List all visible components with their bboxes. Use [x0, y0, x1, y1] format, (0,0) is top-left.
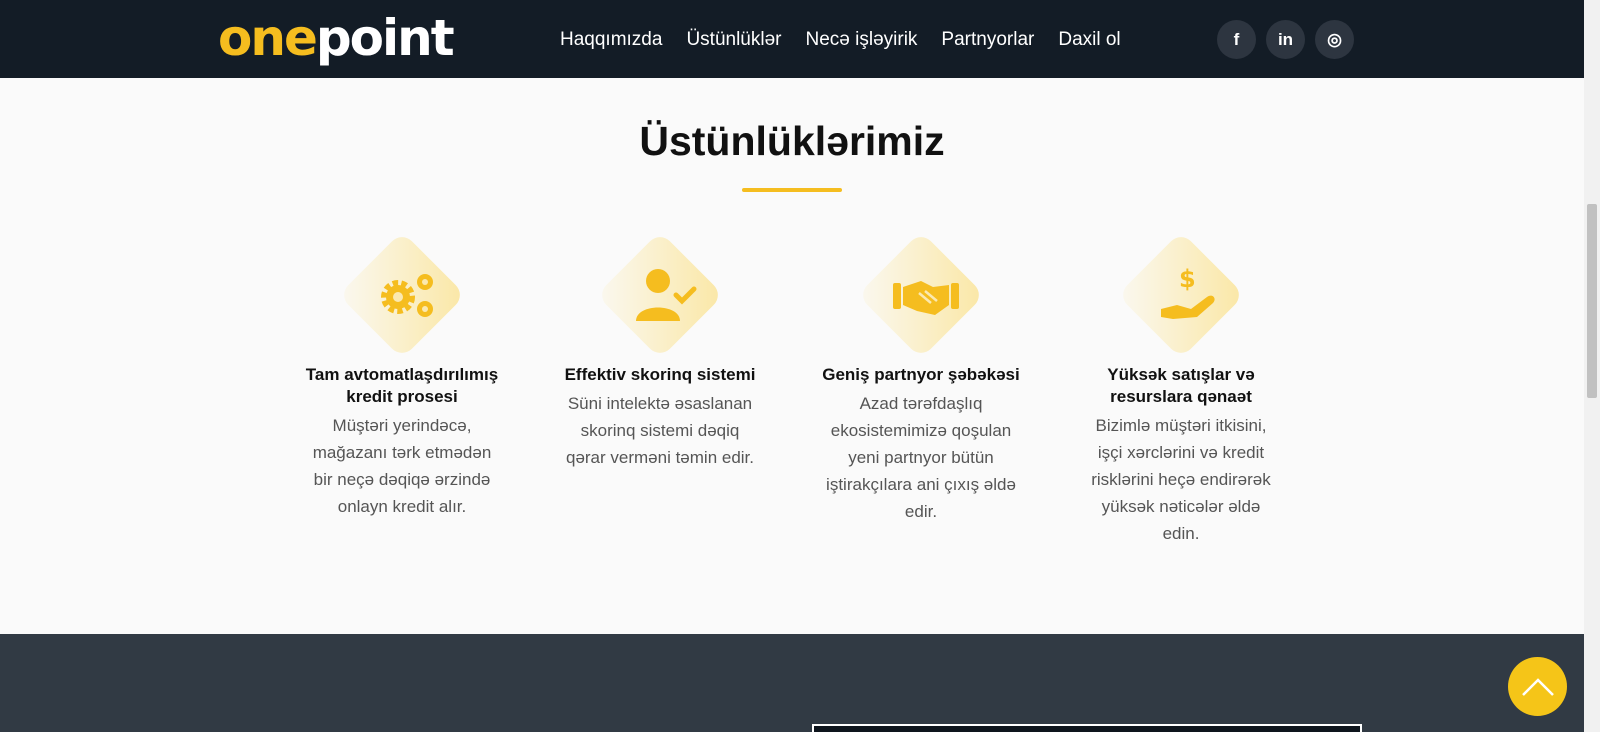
feature-text: Azad tərəfdaşlıq ekosistemimizə qoşulan …	[826, 394, 1016, 521]
hand-dollar-icon: $	[1161, 265, 1215, 319]
title-underline	[742, 188, 842, 192]
user-check-icon	[636, 269, 697, 321]
nav-haqqimizda[interactable]: Haqqımızda	[560, 27, 662, 53]
nav-daxil-ol[interactable]: Daxil ol	[1058, 27, 1120, 53]
feature-icon-badge	[337, 230, 467, 360]
feature-icon-badge: $	[1116, 230, 1246, 360]
feature-title: Effektiv skorinq sistemi	[564, 365, 756, 384]
gears-icon	[381, 274, 433, 317]
nav-nece-isleyirik[interactable]: Necə işləyirik	[806, 27, 918, 53]
main-nav: Haqqımızda Üstünlüklər Necə işləyirik Pa…	[560, 27, 1121, 53]
feature-card: Tam avtomatlaşdırılımış kredit prosesi M…	[302, 230, 502, 520]
site-header: onepoint Haqqımızda Üstünlüklər Necə işl…	[0, 0, 1584, 78]
feature-icon-badge	[856, 230, 986, 360]
instagram-icon[interactable]: ◎	[1315, 20, 1354, 59]
handshake-icon	[893, 281, 959, 315]
scroll-to-top-button[interactable]	[1508, 657, 1567, 716]
feature-card: Effektiv skorinq sistemi Süni intelektə …	[560, 230, 760, 471]
nav-ustunlukler[interactable]: Üstünlüklər	[686, 27, 781, 53]
linkedin-icon[interactable]: in	[1266, 20, 1305, 59]
chevron-up-icon	[1521, 677, 1554, 696]
feature-text: Bizimlə müştəri itkisini, işçi xərclərin…	[1091, 416, 1271, 543]
scrollbar-thumb[interactable]	[1587, 204, 1597, 398]
feature-icon-badge	[595, 230, 725, 360]
feature-title: Yüksək satışlar və resurslara qənaət	[1107, 365, 1255, 406]
nav-partnyorlar[interactable]: Partnyorlar	[941, 27, 1034, 53]
svg-text:$: $	[1179, 265, 1196, 293]
feature-title: Tam avtomatlaşdırılımış kredit prosesi	[305, 365, 499, 406]
feature-card: $ Yüksək satışlar və resurslara qənaət B…	[1081, 230, 1281, 547]
feature-text: Süni intelektə əsaslanan skorinq sistemi…	[565, 394, 755, 467]
facebook-icon[interactable]: f	[1217, 20, 1256, 59]
scrollbar[interactable]	[1584, 0, 1600, 732]
dark-section	[0, 634, 1584, 732]
feature-text: Müştəri yerindəcə, mağazanı tərk etmədən…	[312, 416, 492, 516]
dark-content-box	[812, 724, 1362, 732]
section-title: Üstünlüklərimiz	[639, 118, 945, 164]
onepoint-logo[interactable]: onepoint	[218, 8, 455, 68]
feature-title: Geniş partnyor şəbəkəsi	[822, 365, 1020, 384]
social-links: f in ◎	[1217, 20, 1354, 59]
feature-card: Geniş partnyor şəbəkəsi Azad tərəfdaşlıq…	[821, 230, 1021, 525]
